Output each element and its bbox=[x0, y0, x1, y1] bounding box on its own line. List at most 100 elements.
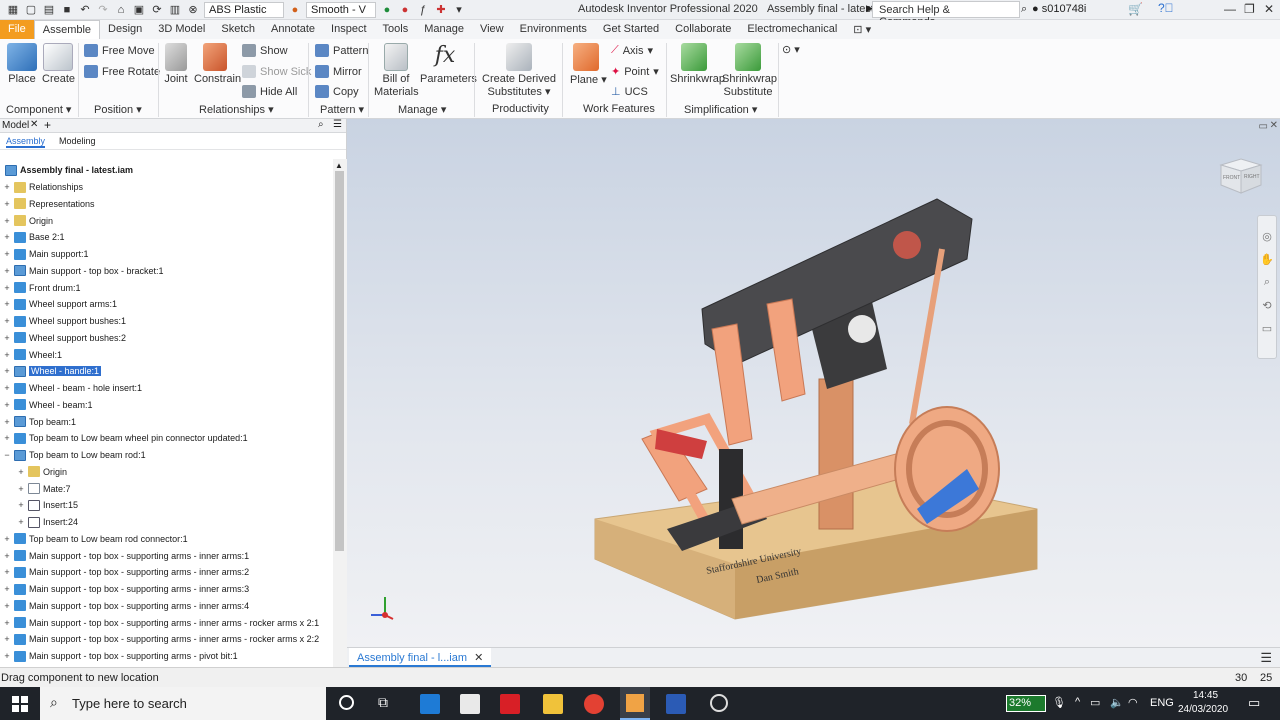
tree-node[interactable]: + Wheel - beam - hole insert:1 bbox=[2, 380, 142, 396]
expand-icon[interactable]: + bbox=[2, 567, 12, 577]
tree-node[interactable]: + Main support:1 bbox=[2, 246, 89, 262]
document-tab[interactable]: Assembly final - l...iam ✕ bbox=[349, 648, 492, 667]
visual-style-select[interactable]: Smooth - V bbox=[306, 1, 376, 18]
expand-icon[interactable]: + bbox=[2, 551, 12, 561]
tab-inspect[interactable]: Inspect bbox=[323, 20, 374, 39]
expand-icon[interactable]: + bbox=[2, 266, 12, 276]
panel-relationships[interactable]: Relationships ▾ bbox=[199, 103, 274, 116]
save-icon[interactable]: ■ bbox=[58, 2, 76, 18]
scroll-up-icon[interactable]: ▲ bbox=[335, 161, 343, 170]
file-explorer-icon[interactable] bbox=[543, 694, 563, 714]
word-icon[interactable] bbox=[666, 694, 686, 714]
expand-icon[interactable]: + bbox=[2, 634, 12, 644]
tree-node[interactable]: + Relationships bbox=[2, 179, 83, 195]
tree-node[interactable]: + Wheel support bushes:2 bbox=[2, 330, 126, 346]
tab-get-started[interactable]: Get Started bbox=[595, 20, 667, 39]
expand-icon[interactable]: + bbox=[2, 433, 12, 443]
axis-button[interactable]: ⟋ Axis ▾ bbox=[611, 44, 653, 57]
tree-node[interactable]: + Wheel support arms:1 bbox=[2, 296, 117, 312]
tree-node[interactable]: + Main support - top box - supporting arm… bbox=[2, 548, 249, 564]
panel-pattern[interactable]: Pattern ▾ bbox=[320, 103, 364, 116]
document-tab-close-icon[interactable]: ✕ bbox=[474, 652, 483, 664]
tab-design[interactable]: Design bbox=[100, 20, 150, 39]
tab-manage[interactable]: Manage bbox=[416, 20, 472, 39]
network-icon[interactable]: ▭ bbox=[1090, 696, 1100, 709]
pan-icon[interactable]: ✋ bbox=[1258, 253, 1276, 266]
tree-node[interactable]: + Base 2:1 bbox=[2, 229, 65, 245]
expand-icon[interactable]: + bbox=[2, 283, 12, 293]
tree-node[interactable]: + Mate:7 bbox=[16, 481, 71, 497]
task-view-icon[interactable]: ⧉ bbox=[378, 694, 388, 711]
expand-icon[interactable]: + bbox=[2, 601, 12, 611]
joint-button[interactable]: Joint bbox=[162, 43, 190, 85]
browser-search-icon[interactable]: ⌕ bbox=[318, 119, 324, 130]
tree-node[interactable]: + Wheel:1 bbox=[2, 347, 62, 363]
close-icon[interactable]: ✕ bbox=[1264, 2, 1274, 16]
browser-menu-icon[interactable]: ☰ bbox=[333, 119, 342, 130]
ucs-button[interactable]: ⊥ UCS bbox=[611, 85, 648, 99]
tab-annotate[interactable]: Annotate bbox=[263, 20, 323, 39]
show-button[interactable]: Show bbox=[242, 44, 288, 57]
clock-date[interactable]: 24/03/2020 bbox=[1178, 704, 1228, 715]
collapse-icon[interactable]: − bbox=[2, 450, 12, 460]
tree-node[interactable]: + Representations bbox=[2, 196, 95, 212]
formula-icon[interactable]: ƒ bbox=[414, 2, 432, 18]
tree-node[interactable]: + Origin bbox=[16, 464, 67, 480]
battery-indicator[interactable]: 32% bbox=[1006, 695, 1046, 712]
expand-icon[interactable]: + bbox=[2, 534, 12, 544]
expand-icon[interactable]: + bbox=[2, 417, 12, 427]
tree-node[interactable]: + Insert:15 bbox=[16, 497, 78, 513]
ribbon-options-icon[interactable]: ⊡ ▾ bbox=[845, 20, 879, 39]
tree-node[interactable]: + Main support - top box - supporting arm… bbox=[2, 615, 319, 631]
tree-node[interactable]: + Top beam:1 bbox=[2, 414, 76, 430]
tree-node[interactable]: + Wheel - handle:1 bbox=[2, 363, 102, 379]
graphics-viewport[interactable]: ▭ ✕ FRONT RIGHT ◎ ✋ ⌕ ⟲ ▭ Staffordshire … bbox=[347, 119, 1280, 647]
tab-file[interactable]: File bbox=[0, 20, 34, 39]
show-sick-button[interactable]: Show Sick bbox=[242, 65, 311, 78]
place-button[interactable]: Place bbox=[6, 43, 38, 85]
full-nav-wheel-icon[interactable]: ◎ bbox=[1258, 230, 1276, 243]
tree-node[interactable]: + Wheel - beam:1 bbox=[2, 397, 93, 413]
expand-icon[interactable]: + bbox=[2, 400, 12, 410]
tree-node[interactable]: + Main support - top box - supporting arm… bbox=[2, 648, 238, 664]
cart-icon[interactable]: 🛒 bbox=[1128, 2, 1143, 16]
copy-button[interactable]: Copy bbox=[315, 85, 359, 98]
tab-3d-model[interactable]: 3D Model bbox=[150, 20, 213, 39]
restore-icon[interactable]: ❐ bbox=[1244, 2, 1255, 16]
expand-icon[interactable]: + bbox=[2, 216, 12, 226]
expand-icon[interactable]: + bbox=[2, 618, 12, 628]
expand-icon[interactable]: + bbox=[2, 199, 12, 209]
netflix-icon[interactable] bbox=[500, 694, 520, 714]
open-file-icon[interactable]: ▤ bbox=[40, 2, 58, 18]
measure-icon[interactable]: ▥ bbox=[166, 2, 184, 18]
chrome-icon[interactable] bbox=[584, 694, 604, 714]
scrollbar-thumb[interactable] bbox=[335, 171, 344, 551]
look-at-icon[interactable]: ▭ bbox=[1258, 322, 1276, 335]
expand-icon[interactable]: + bbox=[16, 484, 26, 494]
home-icon[interactable]: ⌂ bbox=[112, 2, 130, 18]
tab-environments[interactable]: Environments bbox=[512, 20, 595, 39]
tab-assemble[interactable]: Assemble bbox=[33, 20, 101, 39]
wifi-icon[interactable]: ◠ bbox=[1128, 696, 1138, 709]
bill-of-materials-button[interactable]: Bill of Materials bbox=[374, 43, 419, 99]
free-move-button[interactable]: Free Move bbox=[84, 44, 155, 57]
tray-expand-icon[interactable]: ^ bbox=[1075, 696, 1080, 708]
point-button[interactable]: ✦ Point ▾ bbox=[611, 65, 659, 79]
expand-icon[interactable]: + bbox=[2, 333, 12, 343]
expand-icon[interactable]: + bbox=[2, 651, 12, 661]
cortana-icon[interactable] bbox=[339, 695, 354, 710]
expand-icon[interactable]: + bbox=[16, 467, 26, 477]
select-icon[interactable]: ▣ bbox=[130, 2, 148, 18]
minimize-icon[interactable]: — bbox=[1224, 2, 1236, 16]
speaker-icon[interactable]: 🔈 bbox=[1110, 696, 1124, 709]
view-cube[interactable]: FRONT RIGHT bbox=[1217, 155, 1263, 197]
panel-component[interactable]: Component ▾ bbox=[6, 103, 71, 116]
tree-node[interactable]: + Main support - top box - supporting arm… bbox=[2, 581, 249, 597]
tree-node[interactable]: + Front drum:1 bbox=[2, 280, 81, 296]
plane-button[interactable]: Plane ▾ bbox=[570, 43, 607, 86]
color-override-icon[interactable]: ● bbox=[396, 2, 414, 18]
app-menu-icon[interactable]: ▦ bbox=[4, 2, 22, 18]
tree-node[interactable]: − Top beam to Low beam rod:1 bbox=[2, 447, 146, 463]
panel-position[interactable]: Position ▾ bbox=[94, 103, 142, 116]
close-circle-icon[interactable]: ⊗ bbox=[184, 2, 202, 18]
